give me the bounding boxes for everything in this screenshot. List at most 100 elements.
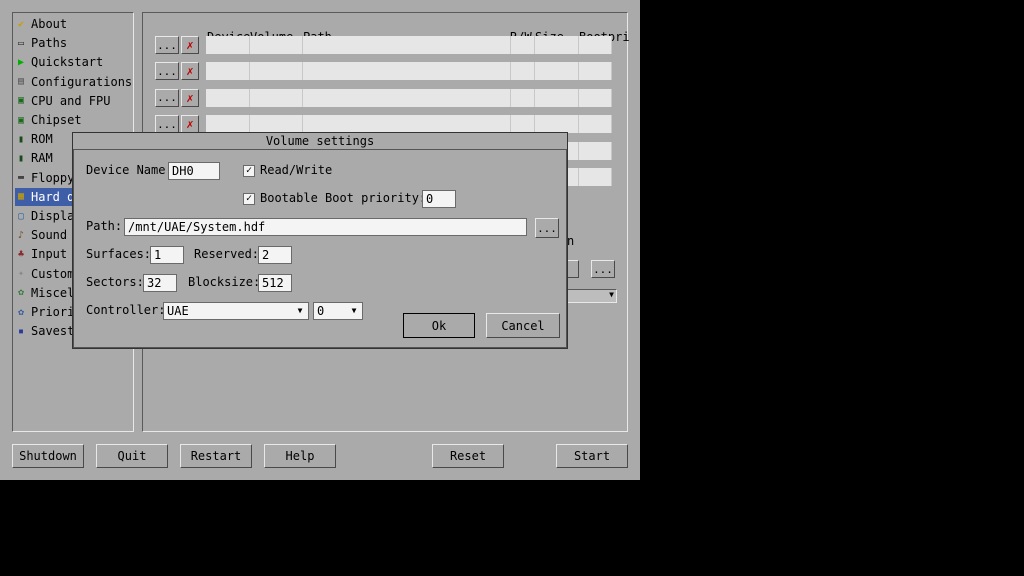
monitor-icon: ▢ <box>17 210 25 222</box>
partial-dropdown[interactable]: ▼ <box>567 289 617 303</box>
blocksize-field[interactable]: 512 <box>258 274 292 292</box>
sidebar-item-label: Savest <box>31 324 75 339</box>
sidebar-item-label: ROM <box>31 132 53 147</box>
drive-row-browse-button[interactable]: ... <box>155 36 179 54</box>
drive-row-cell[interactable] <box>511 62 535 81</box>
cancel-button[interactable]: Cancel <box>486 313 560 338</box>
delete-icon[interactable]: ✗ <box>181 88 199 107</box>
drive-row-cell[interactable] <box>206 36 250 54</box>
shutdown-button[interactable]: Shutdown <box>12 444 84 468</box>
drive-row-cell[interactable] <box>579 88 612 107</box>
read-write-label: Read/Write <box>260 163 333 177</box>
device-name-field[interactable]: DH0 <box>168 162 220 180</box>
sidebar-item-label: Quickstart <box>31 55 104 70</box>
ok-button[interactable]: Ok <box>403 313 475 338</box>
drive-row-cell[interactable] <box>511 88 535 107</box>
chevron-down-icon: ▼ <box>347 304 361 318</box>
sidebar-item-paths[interactable]: ▭ Paths <box>15 34 133 52</box>
drive-row-cell[interactable] <box>303 88 511 107</box>
surfaces-field[interactable]: 1 <box>150 246 184 264</box>
sidebar-item-label: Floppy <box>31 170 75 185</box>
drive-row-cell[interactable] <box>535 115 579 134</box>
sidebar-item-label: RAM <box>31 151 53 166</box>
sectors-label: Sectors: <box>86 275 144 289</box>
sectors-field[interactable]: 32 <box>143 274 177 292</box>
drive-row-cell[interactable] <box>250 115 303 134</box>
drive-row-cell[interactable] <box>303 36 511 54</box>
device-name-label: Device Name: <box>86 163 173 177</box>
sidebar-item-label: CPU and FPU <box>31 93 111 108</box>
drive-row-cell[interactable] <box>206 62 250 81</box>
boot-priority-field[interactable]: 0 <box>422 190 456 208</box>
read-write-checkbox[interactable]: ✓ <box>243 165 255 177</box>
bootable-label: Bootable <box>260 191 318 205</box>
controller-label: Controller: <box>86 303 166 317</box>
drive-row-browse-button[interactable]: ... <box>155 62 179 81</box>
checkmark-icon: ✔ <box>17 18 25 30</box>
reserved-field[interactable]: 2 <box>258 246 292 264</box>
restart-button[interactable]: Restart <box>180 444 252 468</box>
reset-button[interactable]: Reset <box>432 444 504 468</box>
drive-row-cell[interactable] <box>250 62 303 81</box>
path-browse-button[interactable]: ... <box>535 218 559 238</box>
sidebar-item-about[interactable]: ✔ About <box>15 15 133 33</box>
dialog-title: Volume settings <box>73 133 567 150</box>
rom-chip-icon: ▮ <box>17 133 25 145</box>
application-window: ✔ About ▭ Paths ▶ Quickstart ▤ Configurations ▣ C… <box>0 0 640 480</box>
quit-button[interactable]: Quit <box>96 444 168 468</box>
delete-icon[interactable]: ✗ <box>181 115 199 134</box>
delete-icon[interactable]: ✗ <box>181 36 199 54</box>
partial-label: n <box>567 234 575 248</box>
floppy-drive-icon: ▬ <box>17 172 25 184</box>
drive-row-browse-button[interactable]: ... <box>155 88 179 107</box>
bootable-checkbox[interactable]: ✓ <box>243 193 255 205</box>
partial-browse-button[interactable]: ... <box>591 260 615 278</box>
priority-icon: ✿ <box>17 306 25 318</box>
drive-row-cell[interactable] <box>206 88 250 107</box>
drive-row-cell[interactable] <box>303 62 511 81</box>
drive-row-cell[interactable] <box>250 88 303 107</box>
blocksize-label: Blocksize: <box>188 275 261 289</box>
hard-drive-icon: ▦ <box>17 191 25 203</box>
controller-value: UAE <box>167 304 189 318</box>
folder-icon: ▭ <box>17 37 25 49</box>
sidebar-item-cpu-and-fpu[interactable]: ▣ CPU and FPU <box>15 92 133 110</box>
start-button[interactable]: Start <box>556 444 628 468</box>
drive-row-cell[interactable] <box>579 168 612 186</box>
drive-row-cell[interactable] <box>579 62 612 81</box>
help-button[interactable]: Help <box>264 444 336 468</box>
drive-row-cell[interactable] <box>535 62 579 81</box>
path-field[interactable]: /mnt/UAE/System.hdf <box>124 218 527 236</box>
document-icon: ▤ <box>17 76 25 88</box>
chip-icon: ▣ <box>17 114 25 126</box>
drive-row-cell[interactable] <box>535 36 579 54</box>
delete-icon[interactable]: ✗ <box>181 62 199 81</box>
sidebar-item-quickstart[interactable]: ▶ Quickstart <box>15 53 133 71</box>
sidebar-item-label: Miscel <box>31 285 75 300</box>
controller-dropdown[interactable]: UAE ▼ <box>163 302 309 320</box>
sidebar-item-label: Priori <box>31 305 75 319</box>
drive-row-cell[interactable] <box>535 88 579 107</box>
controller-unit-dropdown[interactable]: 0 ▼ <box>313 302 363 320</box>
surfaces-label: Surfaces: <box>86 247 152 261</box>
drive-row-cell[interactable] <box>303 115 511 134</box>
drive-row-cell[interactable] <box>511 36 535 54</box>
reserved-label: Reserved: <box>194 247 260 261</box>
save-icon: ▪ <box>17 325 25 337</box>
drive-row-cell[interactable] <box>206 115 250 134</box>
drive-row-browse-button[interactable]: ... <box>155 115 179 134</box>
drive-row-cell[interactable] <box>579 141 612 160</box>
drive-row-cell[interactable] <box>511 115 535 134</box>
cpu-icon: ▣ <box>17 95 25 107</box>
chevron-down-icon: ▼ <box>609 290 614 299</box>
drive-row-cell[interactable] <box>579 36 612 54</box>
path-label: Path: <box>86 219 123 233</box>
chevron-down-icon: ▼ <box>293 304 307 318</box>
sidebar-item-label: Displa <box>31 209 75 223</box>
sidebar-item-label: About <box>31 17 68 31</box>
gamepad-icon: ✦ <box>17 268 25 280</box>
sidebar-item-chipset[interactable]: ▣ Chipset <box>15 111 133 129</box>
drive-row-cell[interactable] <box>250 36 303 54</box>
drive-row-cell[interactable] <box>579 115 612 134</box>
sidebar-item-configurations[interactable]: ▤ Configurations <box>15 73 133 91</box>
